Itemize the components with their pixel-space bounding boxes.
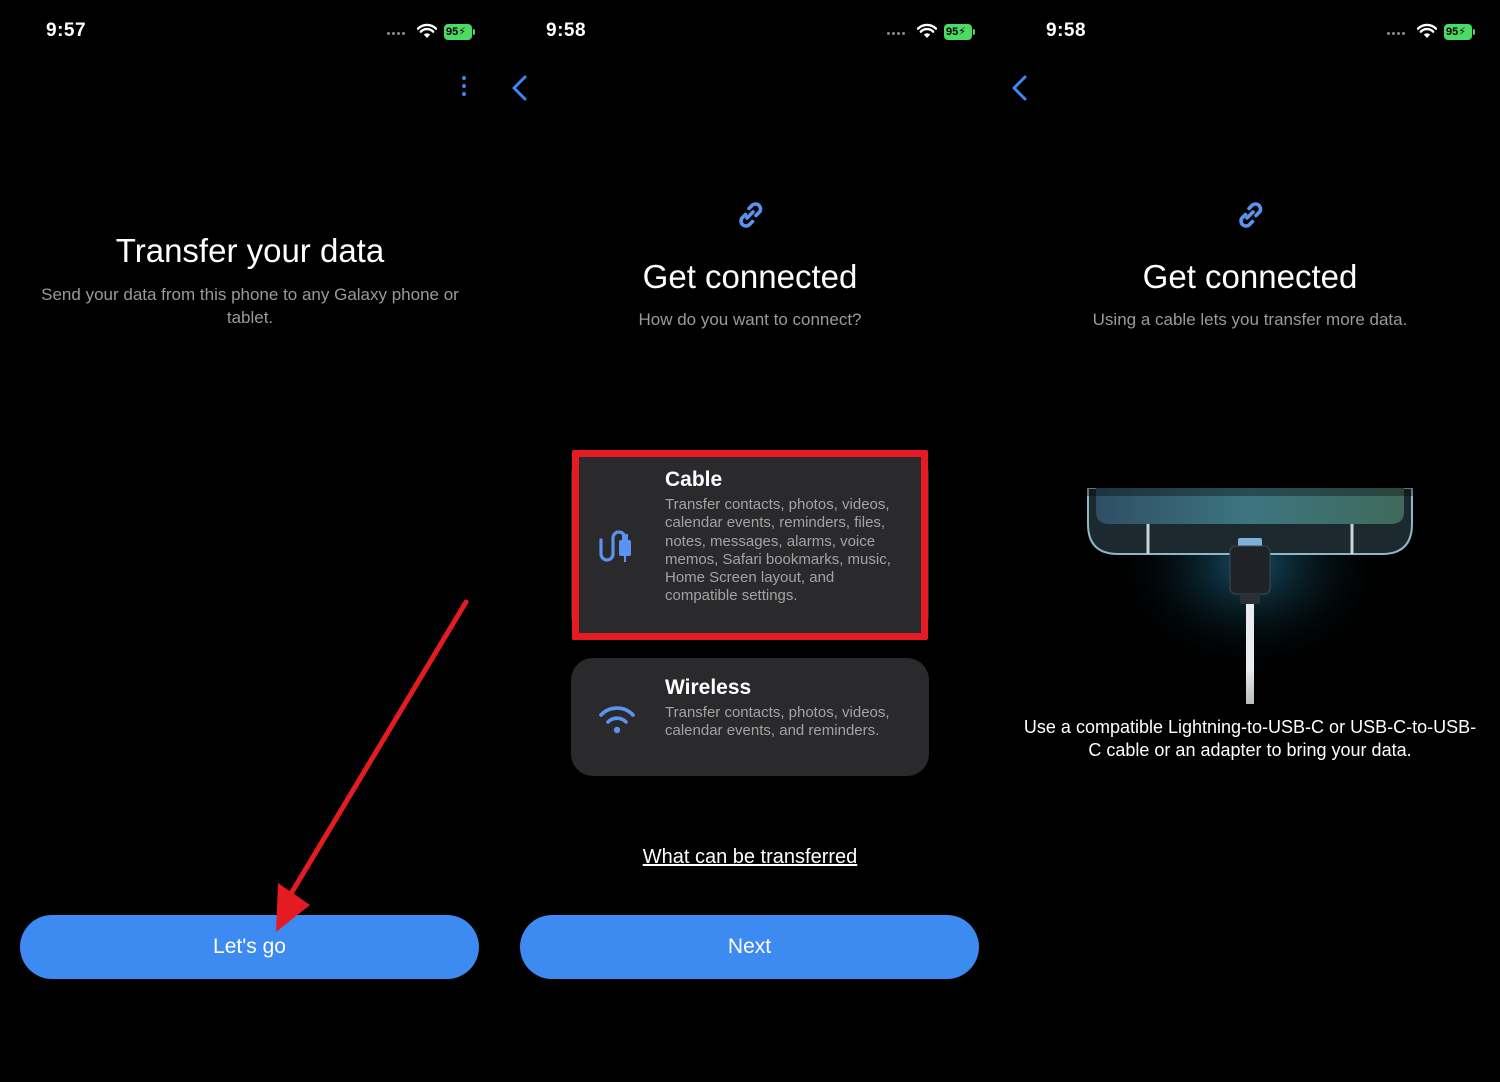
wifi-status-icon — [1417, 23, 1437, 38]
signal-icon — [387, 32, 409, 36]
phone-cable-illustration — [1070, 488, 1430, 704]
status-time: 9:58 — [1046, 20, 1087, 41]
option-wireless-title: Wireless — [665, 676, 752, 699]
status-time: 9:58 — [546, 20, 587, 41]
page-title: Transfer your data — [115, 232, 385, 269]
status-time: 9:57 — [46, 20, 87, 41]
wifi-status-icon — [417, 23, 437, 38]
screen-get-connected-cable: 9:58 95⚡ Get connected Using a cable let… — [1000, 0, 1500, 1082]
battery-indicator: 95⚡ — [444, 24, 475, 40]
more-vertical-icon[interactable] — [458, 76, 470, 102]
page-subtitle: Using a cable lets you transfer more dat… — [1092, 310, 1408, 329]
what-can-be-transferred-link[interactable]: What can be transferred — [500, 846, 1000, 869]
cable-instruction-text: Use a compatible Lightning-to-USB-C or U… — [1023, 717, 1477, 760]
wifi-icon — [599, 706, 635, 734]
page-title: Get connected — [1142, 258, 1358, 295]
screen-get-connected-options: 9:58 95⚡ Get connected How do you want t… — [500, 0, 1000, 1082]
option-cable-description: Transfer contacts, photos, videos, calen… — [665, 496, 891, 605]
page-subtitle: How do you want to connect? — [638, 310, 862, 329]
link-icon — [1239, 202, 1263, 228]
back-chevron-icon[interactable] — [508, 74, 532, 102]
page-title: Get connected — [642, 258, 858, 295]
cable-icon — [599, 530, 631, 562]
option-cable-title: Cable — [665, 468, 723, 491]
link-icon — [739, 202, 763, 228]
battery-indicator: 95⚡ — [1444, 24, 1475, 40]
lets-go-button[interactable]: Let's go — [20, 915, 479, 979]
signal-icon — [1387, 32, 1409, 36]
signal-icon — [887, 32, 909, 36]
battery-indicator: 95⚡ — [944, 24, 975, 40]
option-cable[interactable]: Cable Transfer contacts, photos, videos,… — [571, 452, 929, 638]
wifi-status-icon — [917, 23, 937, 38]
back-chevron-icon[interactable] — [1008, 74, 1032, 102]
page-subtitle: Send your data from this phone to any Ga… — [41, 285, 459, 327]
screen-transfer-data: 9:57 95⚡ Transfer your data Send your da… — [0, 0, 500, 1082]
option-wireless[interactable]: Wireless Transfer contacts, photos, vide… — [571, 658, 929, 776]
option-wireless-description: Transfer contacts, photos, videos, calen… — [665, 704, 890, 740]
next-button[interactable]: Next — [520, 915, 979, 979]
